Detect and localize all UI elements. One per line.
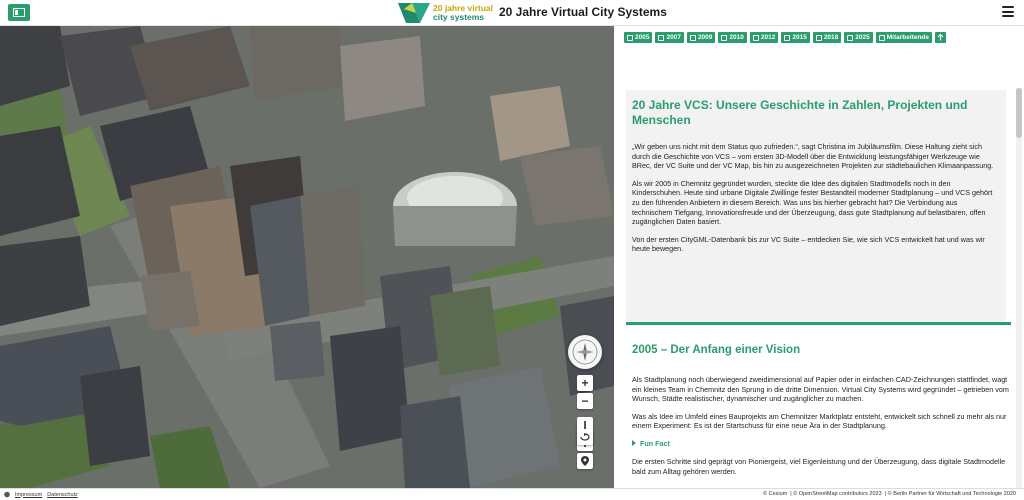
section-divider	[626, 322, 1011, 325]
logo-line-2: city systems	[433, 12, 485, 22]
intro-paragraph-1: „Wir geben uns nicht mit dem Status quo …	[632, 142, 994, 171]
zoom-in-button[interactable]: +	[577, 375, 593, 391]
rotate-view-button[interactable]	[577, 429, 593, 445]
calendar-icon	[721, 34, 728, 41]
zoom-out-button[interactable]: −	[577, 393, 593, 409]
scroll-to-top-button[interactable]	[935, 32, 947, 43]
attribution-osm[interactable]: | © OpenStreetMap contributors 2023	[790, 491, 881, 497]
tab-2025[interactable]: 2025	[844, 32, 873, 43]
rotate-icon	[580, 433, 590, 441]
building-icon	[689, 34, 696, 41]
section-paragraph-2: Was als Idee im Umfeld eines Bauprojekts…	[632, 411, 1007, 431]
intro-paragraph-3: Von der ersten CityGML-Datenbank bis zur…	[632, 234, 985, 254]
content-panel: 2005 2007 2009 2010 2012 2015 2018 2025 …	[614, 26, 1024, 488]
panel-scrollbar[interactable]	[1016, 88, 1022, 488]
section-title: 2005 – Der Anfang einer Vision	[632, 344, 801, 356]
intro-card: 20 Jahre VCS: Unsere Geschichte in Zahle…	[626, 90, 1006, 326]
plus-icon: +	[581, 376, 589, 390]
compass-icon	[572, 339, 598, 365]
intro-paragraph-2: Als wir 2005 in Chemnitz gegründet wurde…	[632, 178, 993, 227]
attribution-cesium[interactable]: © Cesium	[763, 491, 787, 497]
rocket-icon	[658, 34, 665, 41]
minus-icon: −	[581, 394, 589, 408]
info-icon	[4, 491, 10, 498]
impressum-link[interactable]: Impressum	[15, 492, 42, 498]
tab-2012[interactable]: 2012	[749, 32, 779, 43]
compass-navigation-control[interactable]	[568, 335, 602, 369]
footer: Impressum Datenschutz © Cesium | © OpenS…	[0, 488, 1024, 500]
hamburger-menu-icon	[1002, 6, 1014, 8]
timeline-tabs: 2005 2007 2009 2010 2012 2015 2018 2025 …	[624, 32, 947, 43]
book-icon	[752, 34, 759, 41]
fun-fact-toggle[interactable]: Fun Fact	[632, 439, 1010, 448]
app-header: 20 jahre virtual city systems 20 Jahre V…	[0, 0, 1024, 26]
tab-2009[interactable]: 2009	[686, 32, 716, 43]
section-paragraph-3: Die ersten Schritte sind geprägt von Pio…	[632, 456, 1006, 476]
city-icon	[847, 34, 854, 41]
location-pin-icon	[581, 456, 589, 466]
attribution-berlin-partner[interactable]: | © Berlin Partner für Wirtschaft und Te…	[885, 491, 1016, 497]
section-2005: 2005 – Der Anfang einer Vision Als Stadt…	[632, 344, 1010, 484]
chart-icon	[815, 34, 822, 41]
tab-mitarbeitende[interactable]: Mitarbeitende	[875, 32, 933, 43]
scrollbar-thumb[interactable]	[1016, 88, 1022, 138]
intro-title: 20 Jahre VCS: Unsere Geschichte in Zahle…	[632, 98, 968, 127]
arrow-up-icon	[937, 34, 944, 41]
caret-right-icon	[632, 440, 636, 447]
tab-2010[interactable]: 2010	[718, 32, 747, 43]
city-3d-scene	[0, 26, 614, 488]
section-paragraph-1: Als Stadtplanung noch überwiegend zweidi…	[632, 375, 1009, 404]
eye-icon	[784, 34, 791, 41]
app-title: 20 Jahre Virtual City Systems	[499, 5, 667, 19]
tab-2018[interactable]: 2018	[812, 32, 842, 43]
tab-2005[interactable]: 2005	[624, 32, 653, 43]
sidebar-toggle-button[interactable]	[8, 4, 30, 21]
vcs-logo[interactable]: 20 jahre virtual city systems	[398, 2, 493, 24]
location-button[interactable]	[577, 453, 593, 469]
fun-fact-label: Fun Fact	[640, 438, 670, 448]
users-icon	[878, 34, 885, 41]
tab-2015[interactable]: 2015	[781, 32, 810, 43]
heart-icon	[627, 34, 633, 41]
tab-2007[interactable]: 2007	[655, 32, 684, 43]
hamburger-menu-button[interactable]	[1002, 6, 1014, 17]
sidebar-toggle-icon	[13, 8, 25, 17]
3d-map-view[interactable]: + −	[0, 26, 614, 488]
datenschutz-link[interactable]: Datenschutz	[47, 492, 78, 498]
vcs-logo-mark	[398, 3, 430, 23]
